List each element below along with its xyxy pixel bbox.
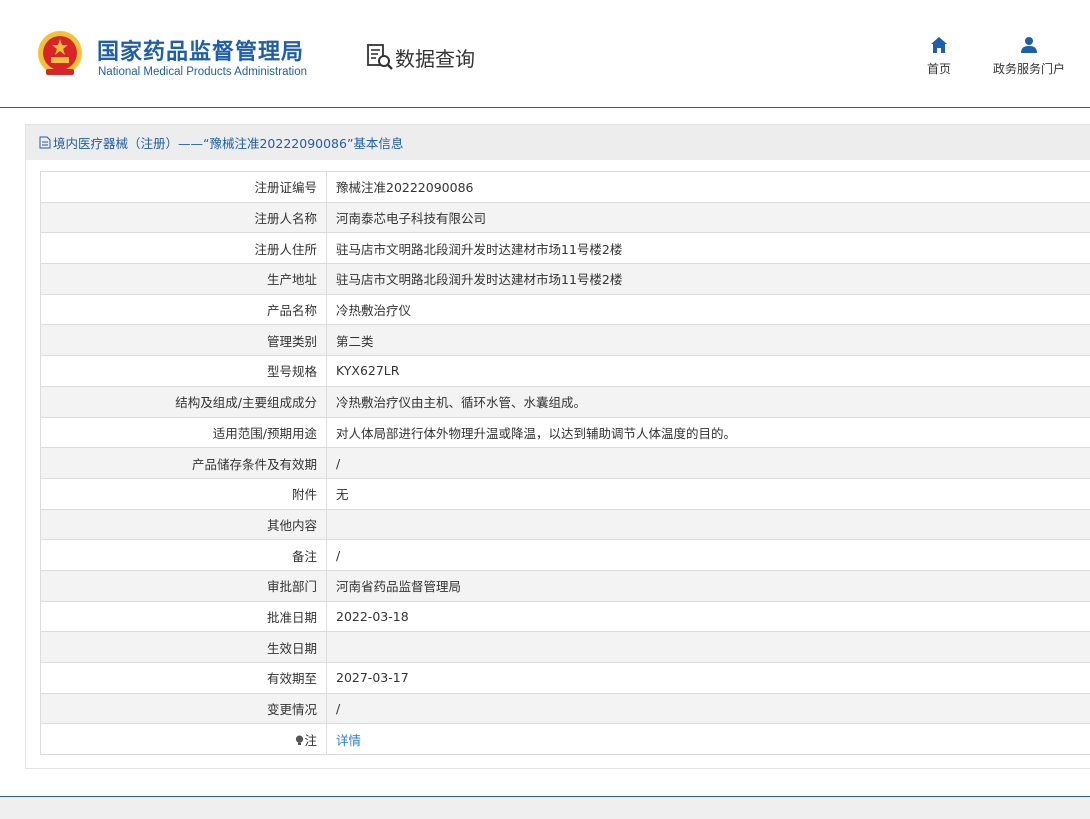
note-label: 注 (304, 732, 317, 748)
row-value: 冷热敷治疗仪 (326, 293, 1090, 326)
device-info-table: 注册证编号 豫械注准20222090086 注册人名称 河南泰芯电子科技有限公司 注… (40, 171, 1090, 756)
row-value: 无 (326, 477, 1090, 510)
row-value: 第二类 (326, 324, 1090, 357)
table-row: 注册证编号 豫械注准20222090086 (40, 171, 1090, 203)
row-value: / (326, 692, 1090, 725)
row-label: 有效期至 (40, 662, 327, 694)
page-footer (0, 796, 1090, 819)
data-query-title: 数据查询 (366, 42, 475, 72)
row-label: 注册证编号 (40, 171, 327, 203)
row-label: 产品名称 (40, 293, 327, 326)
table-row: 适用范围/预期用途 对人体局部进行体外物理升温或降温，以达到辅助调节人体温度的目的… (40, 416, 1090, 449)
table-row: 结构及组成/主要组成成分 冷热敷治疗仪由主机、循环水管、水囊组成。 (40, 385, 1090, 418)
table-row: 其他内容 (40, 508, 1090, 541)
row-label: 适用范围/预期用途 (40, 416, 327, 449)
nav-home-label: 首页 (927, 62, 952, 76)
table-row: 管理类别 第二类 (40, 324, 1090, 357)
panel-header: 境内医疗器械（注册）——“豫械注准20222090086”基本信息 (26, 125, 1090, 160)
row-label: 审批部门 (40, 569, 327, 602)
table-row: 产品储存条件及有效期 / (40, 447, 1090, 479)
row-label: 其他内容 (40, 508, 327, 541)
table-row: 注册人住所 驻马店市文明路北段润升发时达建材市场11号楼2楼 (40, 232, 1090, 265)
row-label: 变更情况 (40, 692, 327, 725)
row-label: 备注 (40, 539, 327, 571)
row-value: 2022-03-18 (326, 600, 1090, 633)
row-value (326, 631, 1090, 663)
row-value: 驻马店市文明路北段润升发时达建材市场11号楼2楼 (326, 263, 1090, 295)
org-name-cn: 国家药品监督管理局 (97, 40, 305, 65)
row-label: 结构及组成/主要组成成分 (40, 385, 327, 418)
row-value (326, 508, 1090, 541)
document-icon (39, 136, 51, 149)
row-label: 生效日期 (40, 631, 327, 663)
row-value: / (326, 539, 1090, 571)
table-row: 变更情况 / (40, 692, 1090, 725)
row-label: 管理类别 (40, 324, 327, 357)
table-row: 注册人名称 河南泰芯电子科技有限公司 (40, 201, 1090, 234)
row-label: 批准日期 (40, 600, 327, 633)
table-row: 批准日期 2022-03-18 (40, 600, 1090, 633)
search-document-icon (367, 44, 393, 70)
site-header: 国家药品监督管理局 National Medical Products Admi… (0, 0, 1090, 108)
user-icon (1021, 37, 1037, 53)
row-label: 附件 (40, 477, 327, 510)
row-label: 产品储存条件及有效期 (40, 447, 327, 479)
row-value: 驻马店市文明路北段润升发时达建材市场11号楼2楼 (326, 232, 1090, 265)
row-value: KYX627LR (326, 355, 1090, 387)
table-row: 产品名称 冷热敷治疗仪 (40, 293, 1090, 326)
table-row: 备注 / (40, 539, 1090, 571)
nav-service-portal-label: 政务服务门户 (993, 62, 1066, 76)
row-label: 注册人名称 (40, 201, 327, 234)
note-row: 注 详情 (40, 723, 1090, 756)
row-label: 型号规格 (40, 355, 327, 387)
nav-home[interactable]: 首页 (927, 36, 951, 77)
row-value: 河南省药品监督管理局 (326, 569, 1090, 602)
table-row: 审批部门 河南省药品监督管理局 (40, 569, 1090, 602)
query-title-text: 数据查询 (395, 46, 475, 71)
row-label: 生产地址 (40, 263, 327, 295)
note-value-cell: 详情 (326, 723, 1090, 756)
row-value: 河南泰芯电子科技有限公司 (326, 201, 1090, 234)
details-link[interactable]: 详情 (336, 733, 361, 748)
row-value: 2027-03-17 (326, 662, 1090, 694)
table-row: 生效日期 (40, 631, 1090, 663)
org-name-en: National Medical Products Administration (98, 66, 308, 78)
row-value: 对人体局部进行体外物理升温或降温，以达到辅助调节人体温度的目的。 (326, 416, 1090, 449)
panel-title: 境内医疗器械（注册）——“豫械注准20222090086”基本信息 (53, 136, 404, 151)
table-row: 附件无 (40, 477, 1090, 510)
table-row: 生产地址 驻马店市文明路北段润升发时达建材市场11号楼2楼 (40, 263, 1090, 295)
home-icon (931, 37, 947, 53)
national-emblem-icon (38, 31, 82, 75)
table-row: 型号规格 KYX627LR (40, 355, 1090, 387)
detail-panel: 境内医疗器械（注册）——“豫械注准20222090086”基本信息 注册证编号豫… (25, 124, 1090, 769)
row-value: / (326, 447, 1090, 479)
nav-service-portal[interactable]: 政务服务门户 (993, 36, 1065, 77)
table-row: 有效期至 2027-03-17 (40, 662, 1090, 694)
row-value: 豫械注准20222090086 (326, 171, 1090, 203)
row-value: 冷热敷治疗仪由主机、循环水管、水囊组成。 (326, 385, 1090, 418)
row-label: 注册人住所 (40, 232, 327, 265)
note-label-cell: 注 (40, 723, 327, 756)
